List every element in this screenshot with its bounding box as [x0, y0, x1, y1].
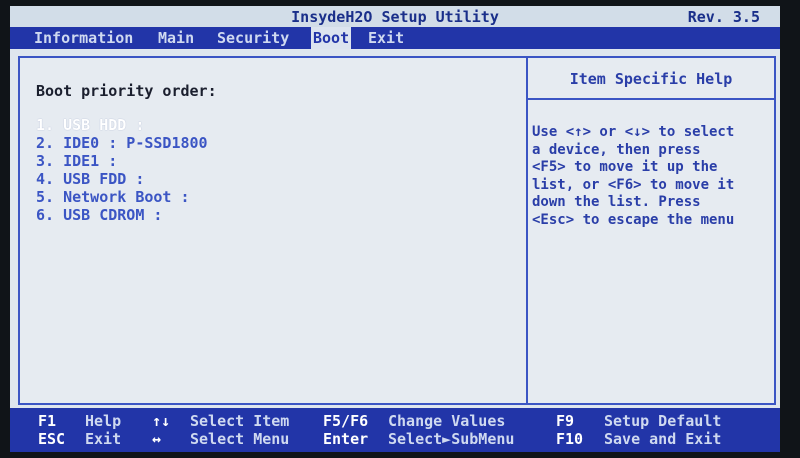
boot-priority-heading: Boot priority order:: [36, 82, 217, 100]
key-esc-desc: Exit: [85, 430, 122, 448]
key-f1: F1: [38, 412, 57, 430]
boot-item-network-boot[interactable]: 5. Network Boot :: [36, 188, 208, 206]
help-title: Item Specific Help: [569, 70, 733, 88]
key-left-right-desc: Select Menu: [190, 430, 290, 448]
boot-item-usb-cdrom[interactable]: 6. USB CDROM :: [36, 206, 208, 224]
boot-item-usb-fdd[interactable]: 4. USB FDD :: [36, 170, 208, 188]
tab-main[interactable]: Main: [156, 29, 196, 47]
boot-panel: Boot priority order: 1. USB HDD : 2. IDE…: [18, 56, 528, 405]
app-title: InsydeH2O Setup Utility: [291, 8, 499, 26]
tab-exit[interactable]: Exit: [366, 29, 406, 47]
key-f10-desc: Save and Exit: [604, 430, 722, 448]
boot-priority-list: 1. USB HDD : 2. IDE0 : P-SSD1800 3. IDE1…: [36, 116, 208, 224]
key-up-down: ↑↓: [152, 412, 171, 430]
help-divider: [528, 98, 774, 100]
key-f5-f6: F5/F6: [323, 412, 369, 430]
key-f5-f6-desc: Change Values: [388, 412, 506, 430]
boot-item-usb-hdd[interactable]: 1. USB HDD :: [36, 116, 208, 134]
menu-bar: Information Main Security Boot Exit: [10, 27, 780, 49]
tab-information[interactable]: Information: [32, 29, 135, 47]
key-enter-desc: Select►SubMenu: [388, 430, 515, 448]
key-up-down-desc: Select Item: [190, 412, 290, 430]
title-bar: InsydeH2O Setup Utility Rev. 3.5: [10, 6, 780, 27]
key-esc: ESC: [38, 430, 66, 448]
revision-label: Rev. 3.5: [687, 8, 760, 26]
tab-security[interactable]: Security: [215, 29, 291, 47]
help-panel: Item Specific Help Use <↑> or <↓> to sel…: [526, 56, 776, 405]
key-enter: Enter: [323, 430, 369, 448]
bios-screen: InsydeH2O Setup Utility Rev. 3.5 Informa…: [10, 6, 780, 452]
boot-item-ide0[interactable]: 2. IDE0 : P-SSD1800: [36, 134, 208, 152]
key-f1-desc: Help: [85, 412, 122, 430]
key-f9: F9: [556, 412, 575, 430]
key-f9-desc: Setup Default: [604, 412, 722, 430]
boot-item-ide1[interactable]: 3. IDE1 :: [36, 152, 208, 170]
key-left-right: ↔: [152, 430, 162, 448]
tab-boot[interactable]: Boot: [311, 27, 352, 49]
key-f10: F10: [556, 430, 584, 448]
help-text: Use <↑> or <↓> to select a device, then …: [532, 124, 735, 228]
footer-keys: F1 Help ESC Exit ↑↓ Select Item ↔ Select…: [10, 408, 780, 452]
